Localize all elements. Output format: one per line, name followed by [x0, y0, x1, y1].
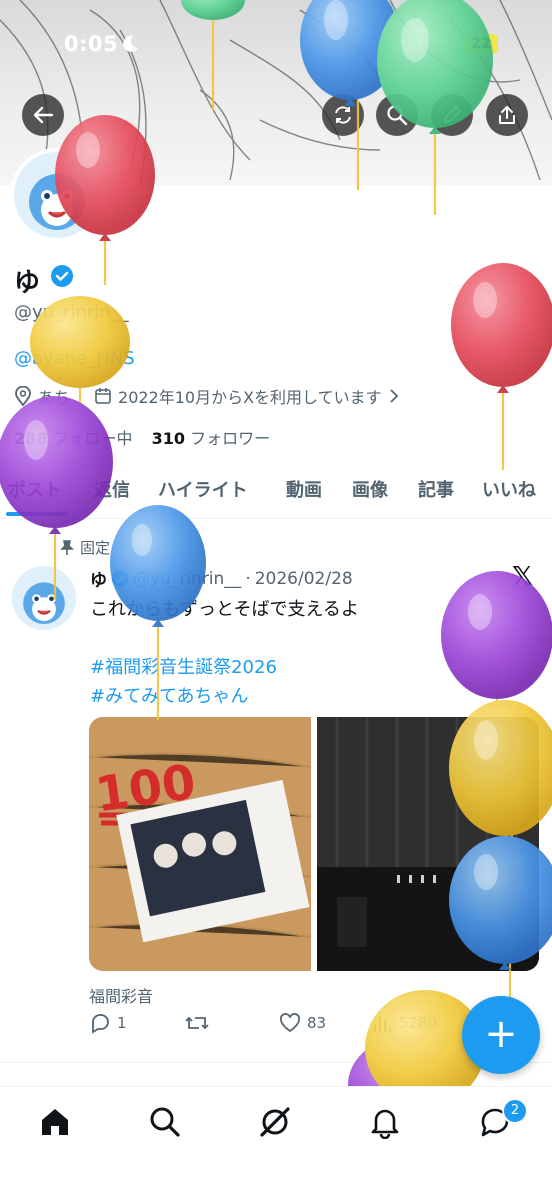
reply-button[interactable]: 1 — [89, 1012, 127, 1034]
notifications-bell-icon[interactable] — [368, 1105, 402, 1139]
wifi-icon — [431, 35, 457, 54]
bottom-navigation — [0, 1086, 552, 1201]
tab-videos[interactable]: 動画 — [286, 476, 322, 502]
pinned-label: 固定 — [80, 539, 111, 557]
status-time: 0:05 — [64, 32, 119, 56]
heart-icon — [280, 1013, 300, 1033]
moon-icon — [123, 35, 138, 52]
post-author-handle[interactable]: @yu_rinrin__ — [133, 569, 241, 589]
post-separator: · — [245, 568, 251, 589]
share-icon — [499, 106, 515, 124]
pin-icon — [60, 539, 74, 555]
hashtag-link[interactable]: #みてみてあちゃん — [90, 682, 359, 711]
profile-meta-row[interactable]: あち 2022年10月からXを利用しています — [14, 384, 400, 408]
bio-mention-link[interactable]: @ayane_HNS — [14, 348, 135, 369]
status-bar: 0:05 22 — [0, 0, 552, 90]
verified-badge-icon — [111, 570, 129, 587]
tab-replies[interactable]: 返信 — [94, 476, 130, 502]
profile-handle: @yu_rinrin__ — [14, 302, 129, 323]
profile-name: ゆ — [14, 268, 41, 298]
post-image-2[interactable] — [317, 717, 539, 971]
following-link[interactable]: 288 フォロー中 — [14, 429, 138, 448]
repost-button[interactable] — [185, 1012, 209, 1034]
location-pin-icon — [15, 386, 31, 406]
tab-likes[interactable]: いいね — [482, 476, 536, 502]
profile-location: あち — [38, 388, 71, 407]
search-nav-icon[interactable] — [148, 1105, 182, 1139]
refresh-icon — [335, 106, 351, 124]
photo-polaroid-image: 100 — [89, 717, 311, 971]
post-image-1[interactable]: 100 — [89, 717, 311, 971]
calendar-icon — [95, 388, 111, 404]
refresh-button[interactable] — [322, 94, 364, 136]
cellular-signal-icon — [396, 37, 422, 55]
avatar-image — [14, 152, 100, 238]
battery-indicator: 22 — [464, 34, 498, 54]
tab-posts[interactable]: ポスト — [8, 476, 62, 502]
compose-post-button[interactable]: + — [462, 996, 540, 1074]
messages-badge: 2 — [502, 1098, 528, 1124]
search-icon — [387, 105, 408, 126]
follow-counts: 288 フォロー中 310 フォロワー — [14, 425, 270, 449]
post-author-name[interactable]: ゆ — [90, 566, 107, 591]
tab-images[interactable]: 画像 — [352, 476, 388, 502]
search-button[interactable] — [376, 94, 418, 136]
view-count: 5280 — [399, 1014, 438, 1032]
followers-link[interactable]: 310 フォロワー — [152, 429, 271, 448]
profile-avatar[interactable] — [10, 148, 104, 242]
post-header: ゆ @yu_rinrin__ · 2026/02/28 — [90, 566, 353, 592]
profile-joined-date: 2022年10月からXを利用しています — [118, 388, 382, 407]
repost-icon — [185, 1016, 209, 1030]
reply-icon — [92, 1014, 109, 1034]
tab-highlights[interactable]: ハイライト — [158, 476, 248, 502]
edit-button[interactable] — [431, 94, 473, 136]
photo-stage-image — [317, 717, 539, 971]
post-text: これからもずっとそばで支えるよ — [90, 599, 359, 620]
followers-count: 310 — [151, 429, 186, 448]
following-count: 288 — [14, 429, 48, 448]
tab-articles[interactable]: 記事 — [418, 476, 454, 502]
home-icon[interactable] — [38, 1105, 72, 1139]
profile-tabs: ポスト 返信 ハイライト 動画 画像 記事 いいね — [0, 470, 552, 519]
post-author-avatar[interactable] — [12, 566, 76, 630]
post-body: これからもずっとそばで支えるよ #福間彩音生誕祭2026 #みてみてあちゃん — [90, 595, 359, 711]
grok-icon[interactable] — [258, 1105, 292, 1139]
views-chart-icon — [374, 1016, 391, 1032]
verified-badge-icon[interactable] — [50, 264, 74, 288]
active-tab-indicator — [6, 512, 68, 516]
chevron-right-icon — [389, 389, 398, 403]
pencil-icon — [444, 106, 461, 123]
following-label: フォロー中 — [52, 429, 133, 448]
pinned-indicator: 固定 — [60, 537, 110, 558]
hashtag-link[interactable]: #福間彩音生誕祭2026 — [90, 653, 359, 682]
back-button[interactable] — [22, 94, 64, 136]
x-logo-icon: 𝕏 — [512, 562, 533, 592]
reply-count: 1 — [117, 1014, 127, 1032]
post-divider — [0, 1062, 552, 1063]
like-count: 83 — [307, 1014, 327, 1032]
post-date[interactable]: 2026/02/28 — [255, 569, 353, 589]
media-caption: 福間彩音 — [89, 987, 154, 1006]
avatar-image — [12, 566, 76, 630]
like-button[interactable]: 83 — [279, 1012, 326, 1034]
views-button[interactable]: 5280 — [371, 1012, 437, 1034]
share-button[interactable] — [486, 94, 528, 136]
followers-label: フォロワー — [190, 429, 271, 448]
back-arrow-icon — [33, 106, 54, 124]
